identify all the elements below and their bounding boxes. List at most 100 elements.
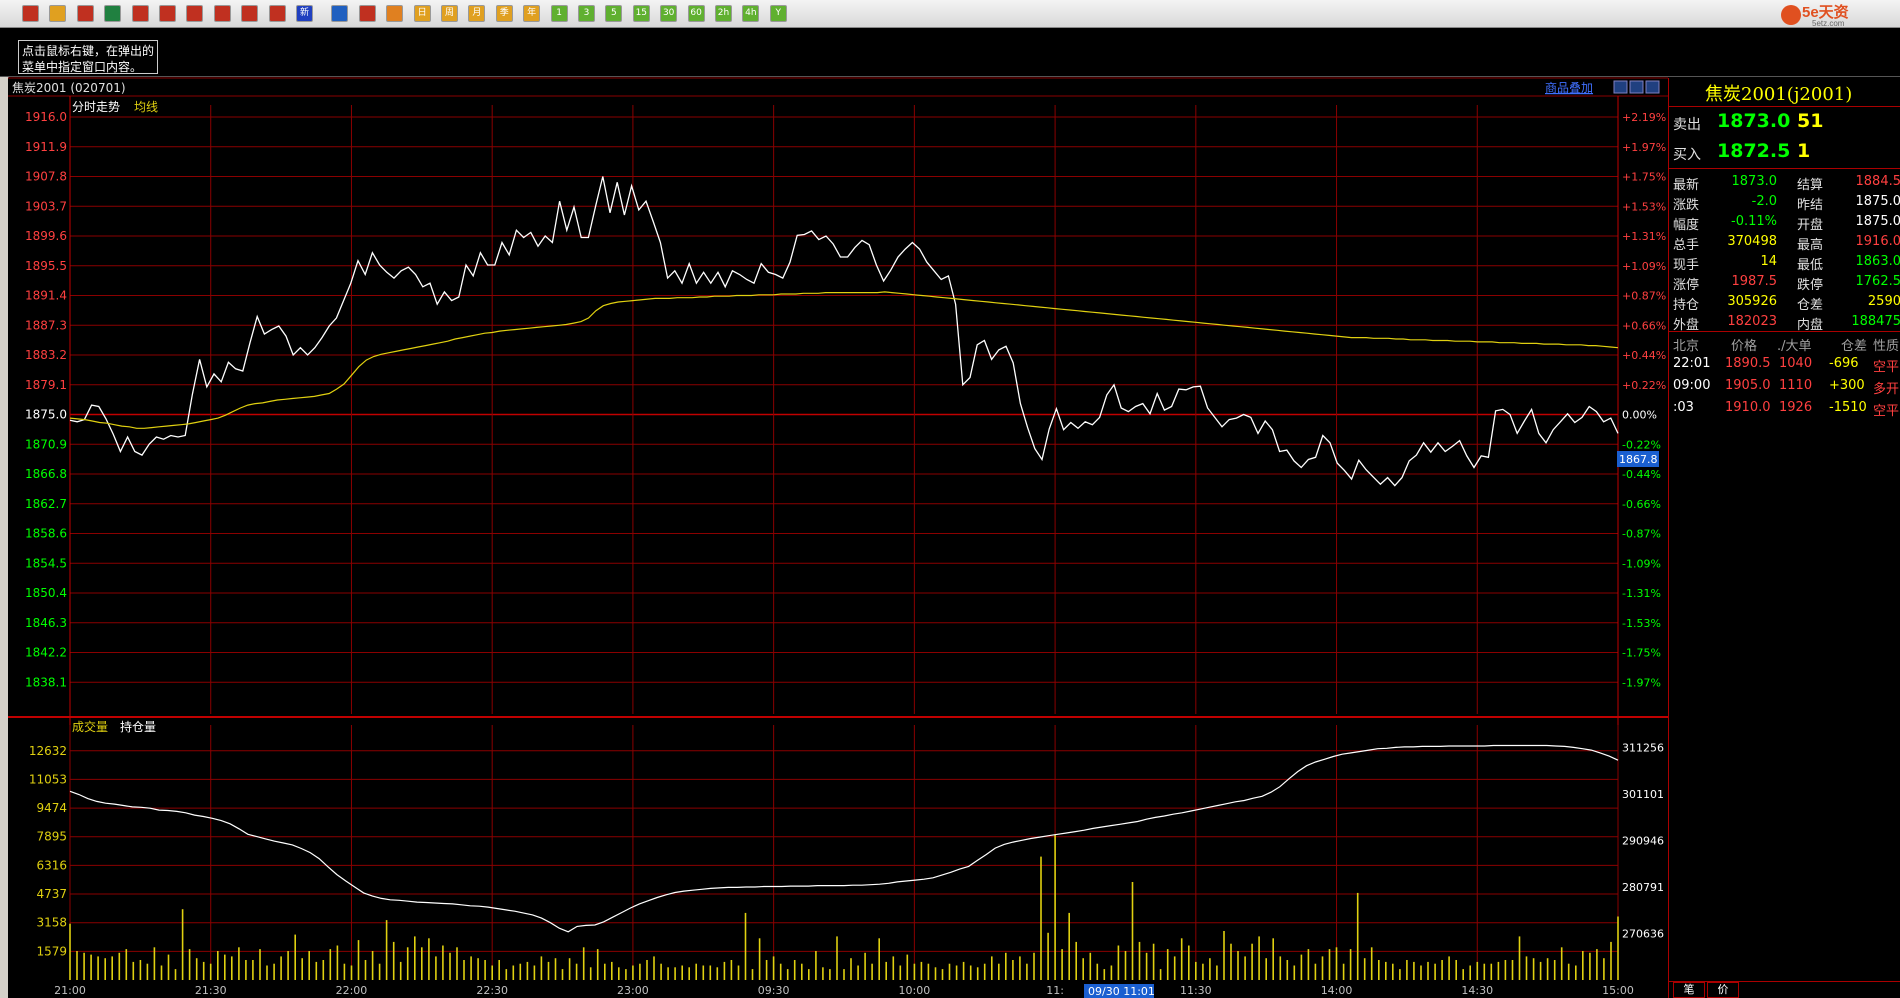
- percent-tick-label: -0.87%: [1622, 528, 1661, 541]
- volume-tick-label: 3158: [36, 916, 67, 930]
- tab-volume[interactable]: 成交量: [72, 719, 108, 734]
- price-tick-label: 1842.2: [25, 646, 67, 660]
- quote-label: 开盘: [1797, 218, 1824, 233]
- time-tick-label: 14:00: [1321, 984, 1353, 997]
- quote-label: 最高: [1797, 238, 1824, 253]
- quote-value: 1916.0: [1855, 234, 1900, 249]
- time-tick-label: 21:00: [54, 984, 86, 997]
- tick-cell: 09:00: [1673, 378, 1711, 393]
- percent-tick-label: +1.75%: [1622, 171, 1666, 184]
- tick-cell: -696: [1829, 356, 1859, 371]
- header-buttons[interactable]: [1613, 80, 1660, 94]
- tick-cell: 1110: [1779, 378, 1813, 393]
- quote-value: 370498: [1727, 234, 1777, 249]
- quote-value: 14: [1760, 254, 1777, 269]
- price-tick-label: 1899.6: [25, 229, 67, 243]
- time-tick-label: 11:: [1046, 984, 1064, 997]
- tab-average[interactable]: 均线: [134, 100, 158, 114]
- oi-tick-label: 311256: [1622, 742, 1664, 755]
- price-tick-label: 1911.9: [25, 140, 67, 154]
- percent-tick-label: -1.97%: [1622, 676, 1661, 689]
- price-tick-label: 1883.2: [25, 348, 67, 362]
- price-tick-label: 1838.1: [25, 675, 67, 689]
- quote-panel: 焦炭2001(j2001) 卖出 1873.0 51 买入 1872.5 1 最…: [1668, 78, 1900, 998]
- chart-area[interactable]: 焦炭2001 (020701) 商品叠加 分时走势 均线 1916.0 1911.…: [0, 0, 1668, 998]
- menu-button-icon[interactable]: [1645, 80, 1660, 94]
- price-tick-label: 1903.7: [25, 199, 67, 213]
- quote-label: 最新: [1673, 178, 1700, 193]
- quote-label: 仓差: [1797, 298, 1824, 313]
- tick-cell: 1910.0: [1725, 400, 1771, 415]
- price-tick-label: 1875.0: [25, 408, 67, 422]
- percent-tick-label: +1.31%: [1622, 230, 1666, 243]
- price-tick-label: 1916.0: [25, 110, 67, 124]
- quote-value: 1863.0: [1855, 254, 1900, 269]
- price-tick-label: 1866.8: [25, 467, 67, 481]
- tick-cell: 1905.0: [1725, 378, 1771, 393]
- quote-label: 持仓: [1673, 298, 1700, 313]
- bottom-tab[interactable]: 价: [1707, 982, 1739, 998]
- quote-label: 总手: [1673, 238, 1700, 253]
- buy-label: 买入: [1673, 147, 1701, 163]
- time-tick-label: 11:30: [1180, 984, 1212, 997]
- cursor-time-label: 09/30 11:01: [1084, 984, 1155, 998]
- tick-cell: 1926: [1779, 400, 1813, 415]
- volume-tick-label: 4737: [36, 887, 67, 901]
- oi-tick-label: 270636: [1622, 928, 1664, 941]
- percent-tick-label: 0.00%: [1622, 409, 1657, 422]
- tab-timeshare[interactable]: 分时走势: [72, 100, 120, 114]
- tick-cell: 1890.5: [1725, 356, 1771, 371]
- percent-tick-label: -0.44%: [1622, 468, 1661, 481]
- quote-value: 1762.5: [1855, 274, 1900, 289]
- price-tick-label: 1858.6: [25, 527, 67, 541]
- quote-value: 305926: [1727, 294, 1777, 309]
- time-tick-label: 09:30: [758, 984, 790, 997]
- volume-tick-label: 11053: [29, 772, 67, 786]
- quote-label: 幅度: [1673, 218, 1700, 233]
- time-tick-label: 15:00: [1602, 984, 1634, 997]
- overlay-link[interactable]: 商品叠加: [1545, 80, 1593, 95]
- sell-volume: 51: [1797, 110, 1824, 132]
- price-tick-label: 1870.9: [25, 437, 67, 451]
- symbol-label: 焦炭2001 (020701): [12, 81, 126, 95]
- percent-tick-label: -0.22%: [1622, 438, 1661, 451]
- tick-cell: 空平: [1873, 404, 1900, 419]
- quote-label: 涨跌: [1673, 198, 1700, 213]
- quote-value: 1884.5: [1855, 174, 1900, 189]
- tick-cell: 多开: [1873, 382, 1900, 397]
- percent-tick-label: +1.97%: [1622, 141, 1666, 154]
- tab-open-interest[interactable]: 持仓量: [120, 719, 156, 734]
- tick-header-cell: 价格: [1731, 339, 1758, 354]
- volume-tick-label: 9474: [36, 801, 67, 815]
- price-tick-label: 1862.7: [25, 497, 67, 511]
- time-tick-label: 23:00: [617, 984, 649, 997]
- quote-value: -0.11%: [1731, 214, 1777, 229]
- price-tick-label: 1854.5: [25, 556, 67, 570]
- logo-icon: 5e天资 5etz.com: [1781, 3, 1849, 28]
- volume-tick-label: 7895: [36, 830, 67, 844]
- quote-value: -2.0: [1751, 194, 1777, 209]
- brand-logo: 5e天资 5etz.com: [1780, 3, 1900, 28]
- price-tick-label: 1907.8: [25, 170, 67, 184]
- time-tick-label: 10:00: [899, 984, 931, 997]
- next-button-icon[interactable]: [1629, 80, 1644, 94]
- percent-tick-label: -1.53%: [1622, 617, 1661, 630]
- quote-label: 昨结: [1797, 198, 1824, 213]
- volume-tick-label: 1579: [36, 944, 67, 958]
- tick-cell: -1510: [1829, 400, 1867, 415]
- quote-label: 现手: [1673, 258, 1700, 273]
- tick-header-cell: 仓差: [1841, 339, 1868, 354]
- quote-value: 1987.5: [1731, 274, 1778, 289]
- price-tick-label: 1846.3: [25, 616, 67, 630]
- quote-value: 188475: [1851, 314, 1900, 329]
- quote-value: 2590: [1867, 294, 1900, 309]
- cursor-price: 1867.8: [1619, 453, 1658, 466]
- percent-tick-label: +2.19%: [1622, 111, 1666, 124]
- volume-tick-label: 6316: [36, 858, 67, 872]
- bottom-tab[interactable]: 笔: [1673, 982, 1705, 998]
- percent-tick-label: +0.87%: [1622, 290, 1666, 303]
- time-tick-label: 14:30: [1461, 984, 1493, 997]
- quote-value: 1873.0: [1731, 174, 1778, 189]
- prev-button-icon[interactable]: [1613, 80, 1628, 94]
- percent-tick-label: +0.22%: [1622, 379, 1666, 392]
